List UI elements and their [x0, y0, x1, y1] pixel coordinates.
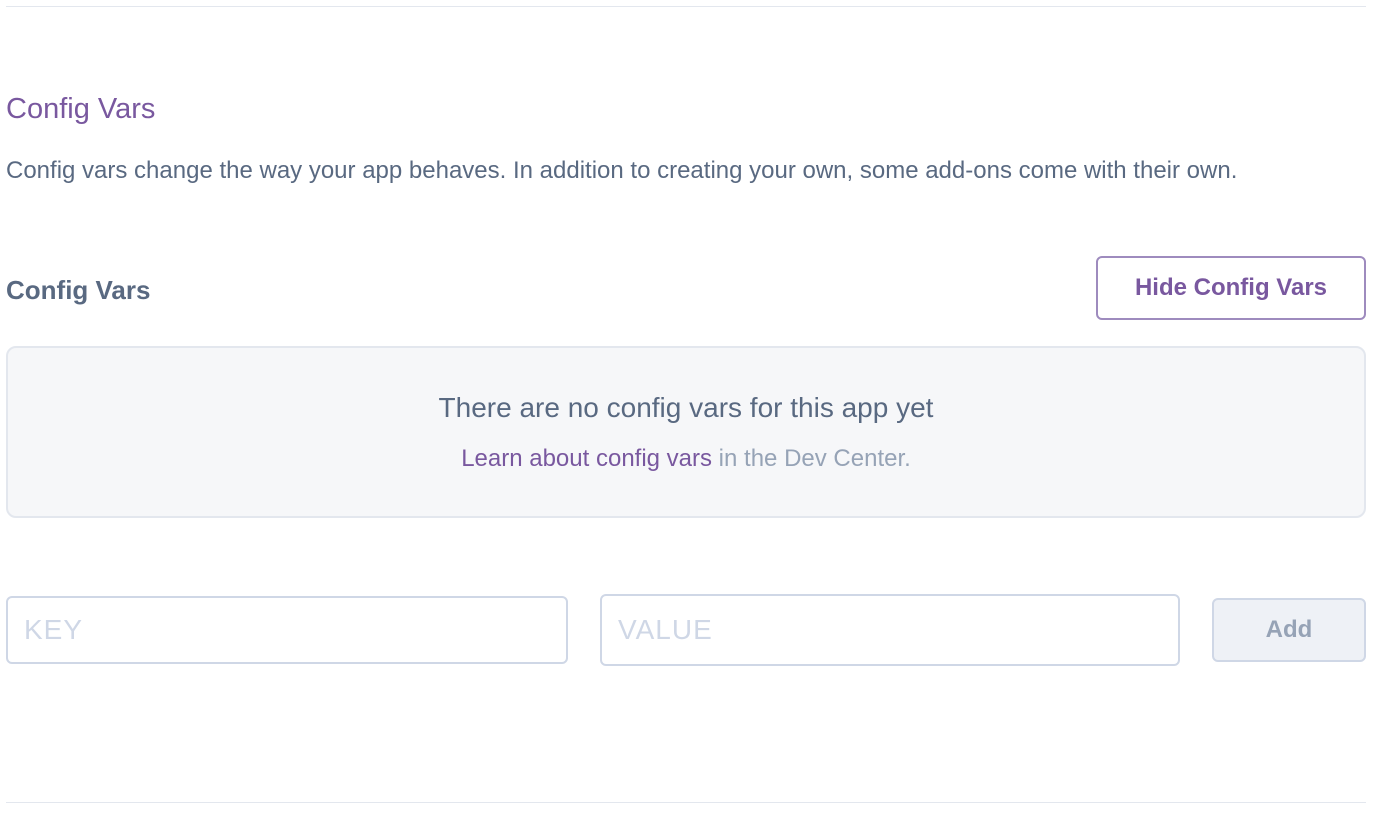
learn-config-vars-link[interactable]: Learn about config vars	[461, 445, 712, 472]
empty-state-panel: There are no config vars for this app ye…	[6, 346, 1366, 518]
key-input[interactable]	[6, 596, 568, 664]
empty-state-help: Learn about config vars in the Dev Cente…	[8, 444, 1364, 474]
add-button[interactable]: Add	[1212, 598, 1366, 662]
section-description: Config vars change the way your app beha…	[6, 157, 1238, 184]
section-title: Config Vars	[6, 93, 156, 125]
value-input[interactable]	[600, 594, 1180, 666]
config-vars-page: Config Vars Config vars change the way y…	[0, 0, 1396, 814]
bottom-divider	[6, 802, 1366, 803]
config-vars-subtitle: Config Vars	[6, 275, 151, 305]
empty-state-title: There are no config vars for this app ye…	[438, 392, 934, 423]
top-divider	[6, 6, 1366, 7]
dev-center-text: in the Dev Center.	[712, 445, 911, 472]
hide-config-vars-button[interactable]: Hide Config Vars	[1096, 256, 1366, 320]
